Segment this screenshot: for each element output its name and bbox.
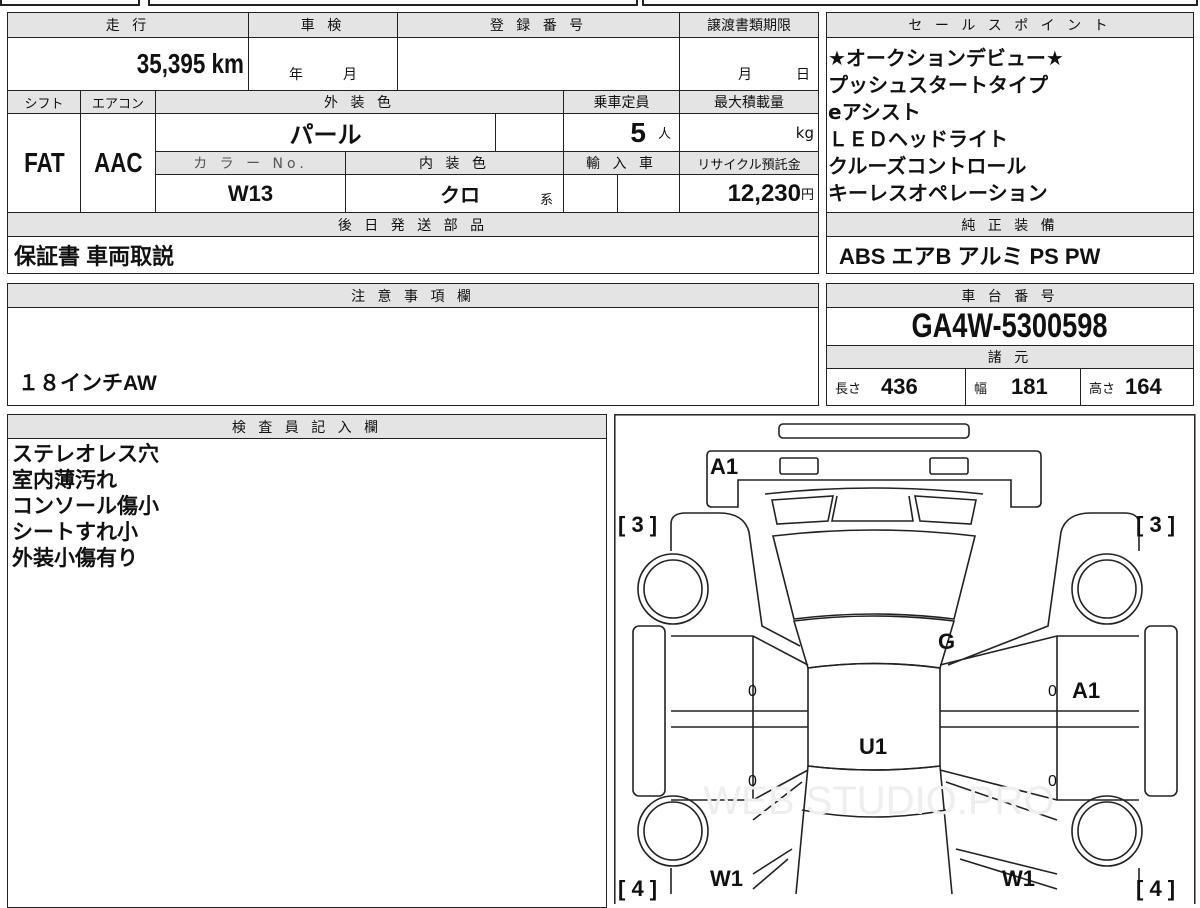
roof-front (792, 615, 956, 669)
vehicle-damage-diagram: WEB STUDIO.PRO A1 [ 3 ] [ 3 ] G U1 A1 W1… (614, 414, 1196, 904)
damage-rear-left: W1 (710, 866, 743, 891)
inspector-note: ステレオレス穴 (12, 442, 159, 466)
door-mark: 0 (1048, 773, 1057, 790)
registration-value (397, 37, 680, 91)
damage-cabin: U1 (859, 734, 887, 759)
inspector-notes: ステレオレス穴 室内薄汚れ コンソール傷小 シートすれ小 外装小傷有り (12, 441, 159, 571)
exterior-label: 外 装 色 (155, 90, 564, 114)
sales-point: プッシュスタートタイプ (828, 73, 1048, 97)
registration-label: 登 録 番 号 (397, 12, 680, 38)
interior-value: クロ系 (345, 174, 564, 213)
import-label: 輸 入 車 (563, 151, 680, 175)
sales-points-label: セ ー ル ス ポ イ ン ト (826, 12, 1194, 38)
sales-point: ★オークションデビュー★ (828, 46, 1064, 70)
equipment-label: 純 正 装 備 (826, 212, 1194, 237)
exterior-value: パール (155, 113, 496, 152)
ac-value: AAC (80, 113, 156, 213)
door-mark: 0 (748, 683, 757, 700)
later-parts-label: 後 日 発 送 部 品 (7, 212, 819, 237)
capacity-value: 5人 (563, 113, 680, 152)
month-unit: 月 (738, 67, 752, 83)
right-body (939, 512, 1140, 894)
transfer-value: 月日 (679, 37, 819, 91)
recycle-label: リサイクル預託金 (679, 151, 819, 175)
headlight-right (929, 457, 969, 475)
top-strip (642, 0, 1198, 6)
later-parts-value: 保証書 車両取説 (7, 236, 819, 274)
spec-height: 高さ 164 (1080, 368, 1194, 406)
inspector-label: 検 査 員 記 入 欄 (7, 414, 607, 439)
color-no-value: W13 (155, 174, 346, 213)
chassis-label: 車 台 番 号 (826, 283, 1194, 308)
damage-fender-right: [ 3 ] (1136, 512, 1175, 537)
load-label: 最大積載量 (679, 90, 819, 114)
door-mark: 0 (748, 773, 757, 790)
sales-point: クルーズコントロール (828, 154, 1027, 178)
import-value-2 (617, 174, 680, 213)
month-unit: 月 (343, 67, 357, 83)
damage-quarter-left: [ 4 ] (618, 876, 657, 901)
right-rocker (1144, 625, 1178, 797)
sales-point: eアシスト (828, 100, 921, 124)
year-unit: 年 (289, 67, 303, 83)
spec-length: 長さ 436 (826, 368, 966, 406)
load-value: kg (679, 113, 819, 152)
sales-point: キーレスオペレーション (828, 181, 1048, 205)
windshield (772, 529, 976, 620)
chassis-value: GA4W-5300598 (826, 307, 1194, 346)
inspection-label: 車 検 (248, 12, 398, 38)
left-rocker (632, 625, 666, 797)
spec-width: 幅 181 (965, 368, 1081, 406)
color-no-label: カ ラ ー No. (155, 151, 346, 175)
headlight-left (779, 457, 819, 475)
inspector-note: シートすれ小 (12, 520, 138, 544)
shift-label: シフト (7, 90, 81, 114)
inspector-note: 外装小傷有り (12, 546, 138, 570)
ac-label: エアコン (80, 90, 156, 114)
top-strip (148, 0, 638, 6)
mileage-label: 走 行 (7, 12, 249, 38)
inspector-note: 室内薄汚れ (12, 468, 117, 492)
left-body (670, 512, 809, 894)
equipment-value: ABS エアB アルミ PS PW (826, 236, 1194, 274)
exterior-extra (495, 113, 564, 152)
interior-label: 内 装 色 (345, 151, 564, 175)
front-bumper (778, 423, 970, 439)
mileage-value: 35,395 km (7, 37, 249, 91)
sales-points-list: ★オークションデビュー★ プッシュスタートタイプ eアシスト ＬＥＤヘッドライト… (828, 45, 1064, 207)
damage-door-right: A1 (1072, 678, 1100, 703)
damage-rear-right: W1 (1002, 866, 1035, 891)
damage-front-bumper: A1 (710, 454, 738, 479)
shift-value: FAT (7, 113, 81, 213)
capacity-label: 乗車定員 (563, 90, 680, 114)
specs-label: 諸 元 (826, 345, 1194, 369)
damage-fender-left: [ 3 ] (618, 512, 657, 537)
damage-roof: G (938, 629, 955, 654)
notes-label: 注 意 事 項 欄 (7, 283, 819, 308)
day-unit: 日 (796, 67, 810, 83)
sales-point: ＬＥＤヘッドライト (828, 127, 1008, 151)
import-value (563, 174, 618, 213)
top-strip (0, 0, 140, 6)
door-mark: 0 (1048, 683, 1057, 700)
front-panel (706, 450, 1042, 508)
inspector-note: コンソール傷小 (12, 494, 159, 518)
transfer-label: 譲渡書類期限 (679, 12, 819, 38)
inspection-value: 年月 (248, 37, 398, 91)
notes-value: １８インチAW (7, 307, 819, 406)
damage-quarter-right: [ 4 ] (1136, 876, 1175, 901)
recycle-value: 12,230 円 (679, 174, 819, 213)
